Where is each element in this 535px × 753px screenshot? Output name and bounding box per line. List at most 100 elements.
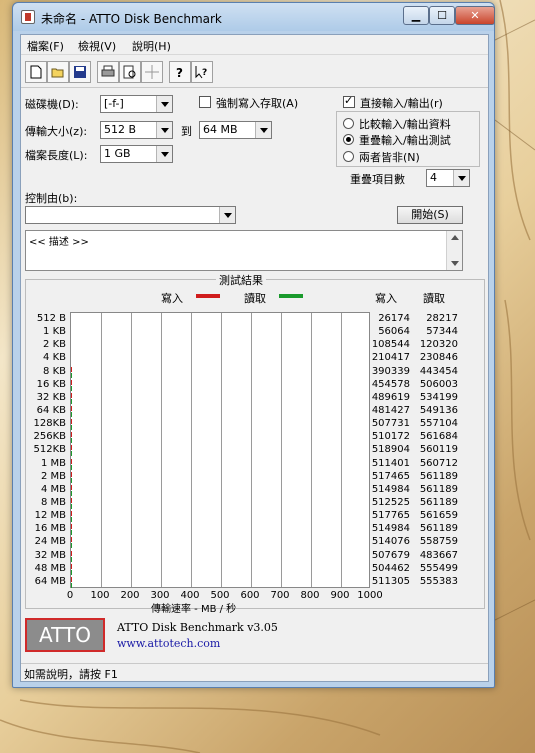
x-tick-label: 800	[300, 590, 320, 601]
write-value: 514076	[371, 536, 410, 548]
force-write-checkbox[interactable]	[199, 96, 211, 108]
read-value: 555499	[419, 562, 458, 574]
toolbar: ? ?	[21, 56, 488, 88]
radio-neither[interactable]	[343, 151, 354, 162]
radio-compare-io[interactable]	[343, 118, 354, 129]
open-folder-icon[interactable]	[47, 61, 69, 83]
gridline	[101, 313, 102, 587]
chevron-down-icon	[255, 122, 271, 138]
column-header-write: 寫入	[375, 292, 397, 305]
queue-depth-label: 重疊項目數	[350, 173, 405, 186]
category-label: 512KB	[33, 444, 66, 456]
column-header-read: 讀取	[423, 292, 445, 305]
write-value: 514984	[371, 523, 410, 535]
read-value: 561189	[419, 523, 458, 535]
transfer-to-select[interactable]: 64 MB	[199, 121, 272, 139]
new-file-icon[interactable]	[25, 61, 47, 83]
read-value: 557104	[419, 418, 458, 430]
chevron-down-icon	[156, 122, 172, 138]
write-value: 210417	[371, 352, 410, 364]
save-icon[interactable]	[69, 61, 91, 83]
x-tick-label: 1000	[357, 590, 383, 601]
radio-compare-label: 比較輸入/輸出資料	[359, 118, 451, 131]
chevron-down-icon	[156, 96, 172, 112]
window-title: 未命名 - ATTO Disk Benchmark	[41, 12, 222, 26]
x-tick-label: 900	[330, 590, 350, 601]
print-preview-icon[interactable]	[119, 61, 141, 83]
x-tick-label: 200	[120, 590, 140, 601]
read-value: 483667	[419, 549, 458, 561]
write-value: 390339	[371, 365, 410, 377]
read-value: 443454	[419, 365, 458, 377]
read-value: 28217	[426, 313, 458, 324]
gridline	[161, 313, 162, 587]
start-button[interactable]: 開始(S)	[397, 206, 463, 224]
status-bar: 如需說明，請按 F1	[21, 663, 488, 681]
read-value: 555383	[419, 575, 458, 587]
category-label: 2 KB	[43, 339, 66, 351]
title-bar[interactable]: 未命名 - ATTO Disk Benchmark ▁ ☐ ✕	[13, 3, 495, 31]
write-value: 514984	[371, 483, 410, 495]
description-scrollbar[interactable]	[446, 231, 462, 270]
queue-depth-select[interactable]: 4	[426, 169, 470, 187]
io-mode-group: 比較輸入/輸出資料 重疊輸入/輸出測試 兩者皆非(N)	[336, 111, 480, 167]
write-value: 512525	[371, 497, 410, 508]
gridline	[221, 313, 222, 587]
chevron-down-icon	[156, 146, 172, 162]
category-label: 4 KB	[43, 352, 66, 364]
file-length-label: 檔案長度(L):	[25, 149, 88, 162]
chevron-down-icon	[453, 170, 469, 186]
client-area: 檔案(F) 檢視(V) 說明(H) ? ? 磁碟機(D): [-f-] 強制寫入…	[20, 34, 489, 682]
direct-io-checkbox[interactable]	[343, 94, 355, 108]
svg-text:?: ?	[176, 66, 183, 79]
menu-file[interactable]: 檔案(F)	[27, 38, 64, 54]
gridline	[341, 313, 342, 587]
category-label: 32 MB	[34, 549, 66, 561]
write-value: 510172	[371, 431, 410, 443]
context-help-icon[interactable]: ?	[191, 61, 213, 83]
write-value: 507731	[371, 418, 410, 430]
close-button[interactable]: ✕	[455, 6, 495, 25]
description-field[interactable]: << 描述 >>	[25, 230, 463, 271]
website-link[interactable]: www.attotech.com	[117, 637, 220, 650]
results-panel: 測試結果 寫入 讀取 寫入 讀取 512 B 26174 28217 1 KB 5606…	[25, 272, 485, 615]
write-value: 517765	[371, 510, 410, 522]
category-label: 1 MB	[40, 457, 66, 469]
menu-view[interactable]: 檢視(V)	[78, 38, 116, 54]
category-label: 1 KB	[43, 326, 66, 338]
file-length-select[interactable]: 1 GB	[100, 145, 173, 163]
category-label: 64 MB	[34, 575, 66, 587]
x-tick-label: 600	[240, 590, 260, 601]
read-value: 558759	[419, 536, 458, 548]
drive-select[interactable]: [-f-]	[100, 95, 173, 113]
transfer-size-label: 傳輸大小(z):	[25, 125, 88, 138]
category-label: 128KB	[33, 418, 66, 430]
legend-read-label: 讀取	[244, 292, 266, 305]
menu-bar: 檔案(F) 檢視(V) 說明(H)	[21, 35, 488, 55]
help-icon[interactable]: ?	[169, 61, 191, 83]
read-value: 561189	[419, 483, 458, 495]
move-icon[interactable]	[141, 61, 163, 83]
gridline	[191, 313, 192, 587]
menu-help[interactable]: 說明(H)	[132, 38, 171, 54]
transfer-from-select[interactable]: 512 B	[100, 121, 173, 139]
gridline	[281, 313, 282, 587]
category-label: 16 KB	[36, 378, 66, 390]
category-label: 2 MB	[40, 470, 66, 482]
print-icon[interactable]	[97, 61, 119, 83]
read-value: 549136	[419, 405, 458, 416]
radio-overlapped-label: 重疊輸入/輸出測試	[359, 134, 451, 147]
read-value: 506003	[419, 378, 458, 390]
radio-overlapped-io[interactable]	[343, 134, 354, 145]
write-value: 511305	[371, 575, 410, 587]
category-label: 8 KB	[43, 365, 66, 377]
description-text: << 描述 >>	[29, 237, 89, 248]
minimize-button[interactable]: ▁	[403, 6, 429, 25]
svg-text:?: ?	[202, 68, 207, 78]
controlled-by-select[interactable]	[25, 206, 236, 224]
atto-window: 未命名 - ATTO Disk Benchmark ▁ ☐ ✕ 檔案(F) 檢視…	[12, 2, 495, 688]
maximize-button[interactable]: ☐	[429, 6, 455, 25]
read-value: 560712	[419, 457, 458, 469]
write-value: 481427	[371, 405, 410, 416]
write-value: 507679	[371, 549, 410, 561]
